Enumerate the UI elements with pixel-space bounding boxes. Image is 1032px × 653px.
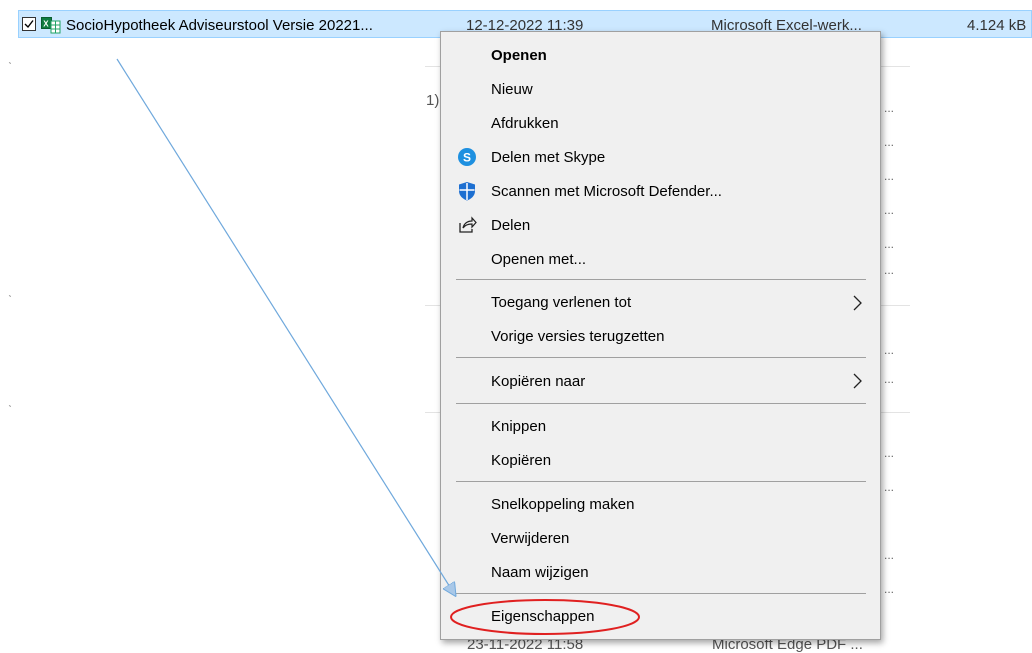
menu-item-copy[interactable]: Kopiëren [491,452,551,470]
chevron-right-icon [853,295,862,311]
background-ellipsis: ... [884,169,895,183]
background-ellipsis: ... [884,548,895,562]
background-ellipsis: ... [884,372,895,386]
background-file-fragment: 1) [426,92,440,109]
tree-expander-mark: ˋ [8,403,12,417]
context-menu: Openen Nieuw Afdrukken S Delen met Skype… [440,31,881,640]
menu-item-new[interactable]: Nieuw [491,81,533,99]
excel-file-icon: X [41,17,61,34]
tree-expander-mark: ˋ [8,293,12,307]
file-size: 4.124 kB [967,17,1027,34]
menu-item-give-access[interactable]: Toegang verlenen tot [491,294,631,312]
menu-item-open-with[interactable]: Openen met... [491,251,586,269]
svg-text:X: X [43,20,49,29]
check-icon [24,20,34,29]
screenshot-stage: 1) ... ... ... ... ... ... ... ... ... .… [0,0,1032,653]
background-ellipsis: ... [884,237,895,251]
menu-separator [456,357,866,358]
tree-expander-mark: ˋ [8,60,12,74]
menu-item-properties[interactable]: Eigenschappen [491,608,594,626]
menu-item-create-shortcut[interactable]: Snelkoppeling maken [491,496,634,514]
menu-item-share[interactable]: Delen [491,217,530,235]
menu-item-print[interactable]: Afdrukken [491,115,559,133]
background-ellipsis: ... [884,203,895,217]
menu-item-send-to[interactable]: Kopiëren naar [491,373,585,391]
menu-separator [456,403,866,404]
menu-item-share-skype[interactable]: Delen met Skype [491,149,605,167]
background-ellipsis: ... [884,480,895,494]
background-ellipsis: ... [884,263,895,277]
menu-item-rename[interactable]: Naam wijzigen [491,564,589,582]
menu-item-delete[interactable]: Verwijderen [491,530,569,548]
background-ellipsis: ... [884,343,895,357]
svg-text:S: S [463,151,471,165]
menu-item-open[interactable]: Openen [491,47,547,65]
file-name[interactable]: SocioHypotheek Adviseurstool Versie 2022… [66,17,373,34]
skype-icon: S [458,148,476,166]
menu-separator [456,593,866,594]
defender-shield-icon [459,182,475,201]
annotation-arrow [116,58,455,595]
chevron-right-icon [853,373,862,389]
background-ellipsis: ... [884,135,895,149]
background-ellipsis: ... [884,446,895,460]
background-ellipsis: ... [884,101,895,115]
menu-separator [456,279,866,280]
row-checkbox[interactable] [22,17,36,31]
menu-separator [456,481,866,482]
menu-item-restore-versions[interactable]: Vorige versies terugzetten [491,328,664,346]
menu-item-scan-defender[interactable]: Scannen met Microsoft Defender... [491,183,722,201]
menu-item-cut[interactable]: Knippen [491,418,546,436]
share-icon [459,216,477,233]
background-ellipsis: ... [884,582,895,596]
